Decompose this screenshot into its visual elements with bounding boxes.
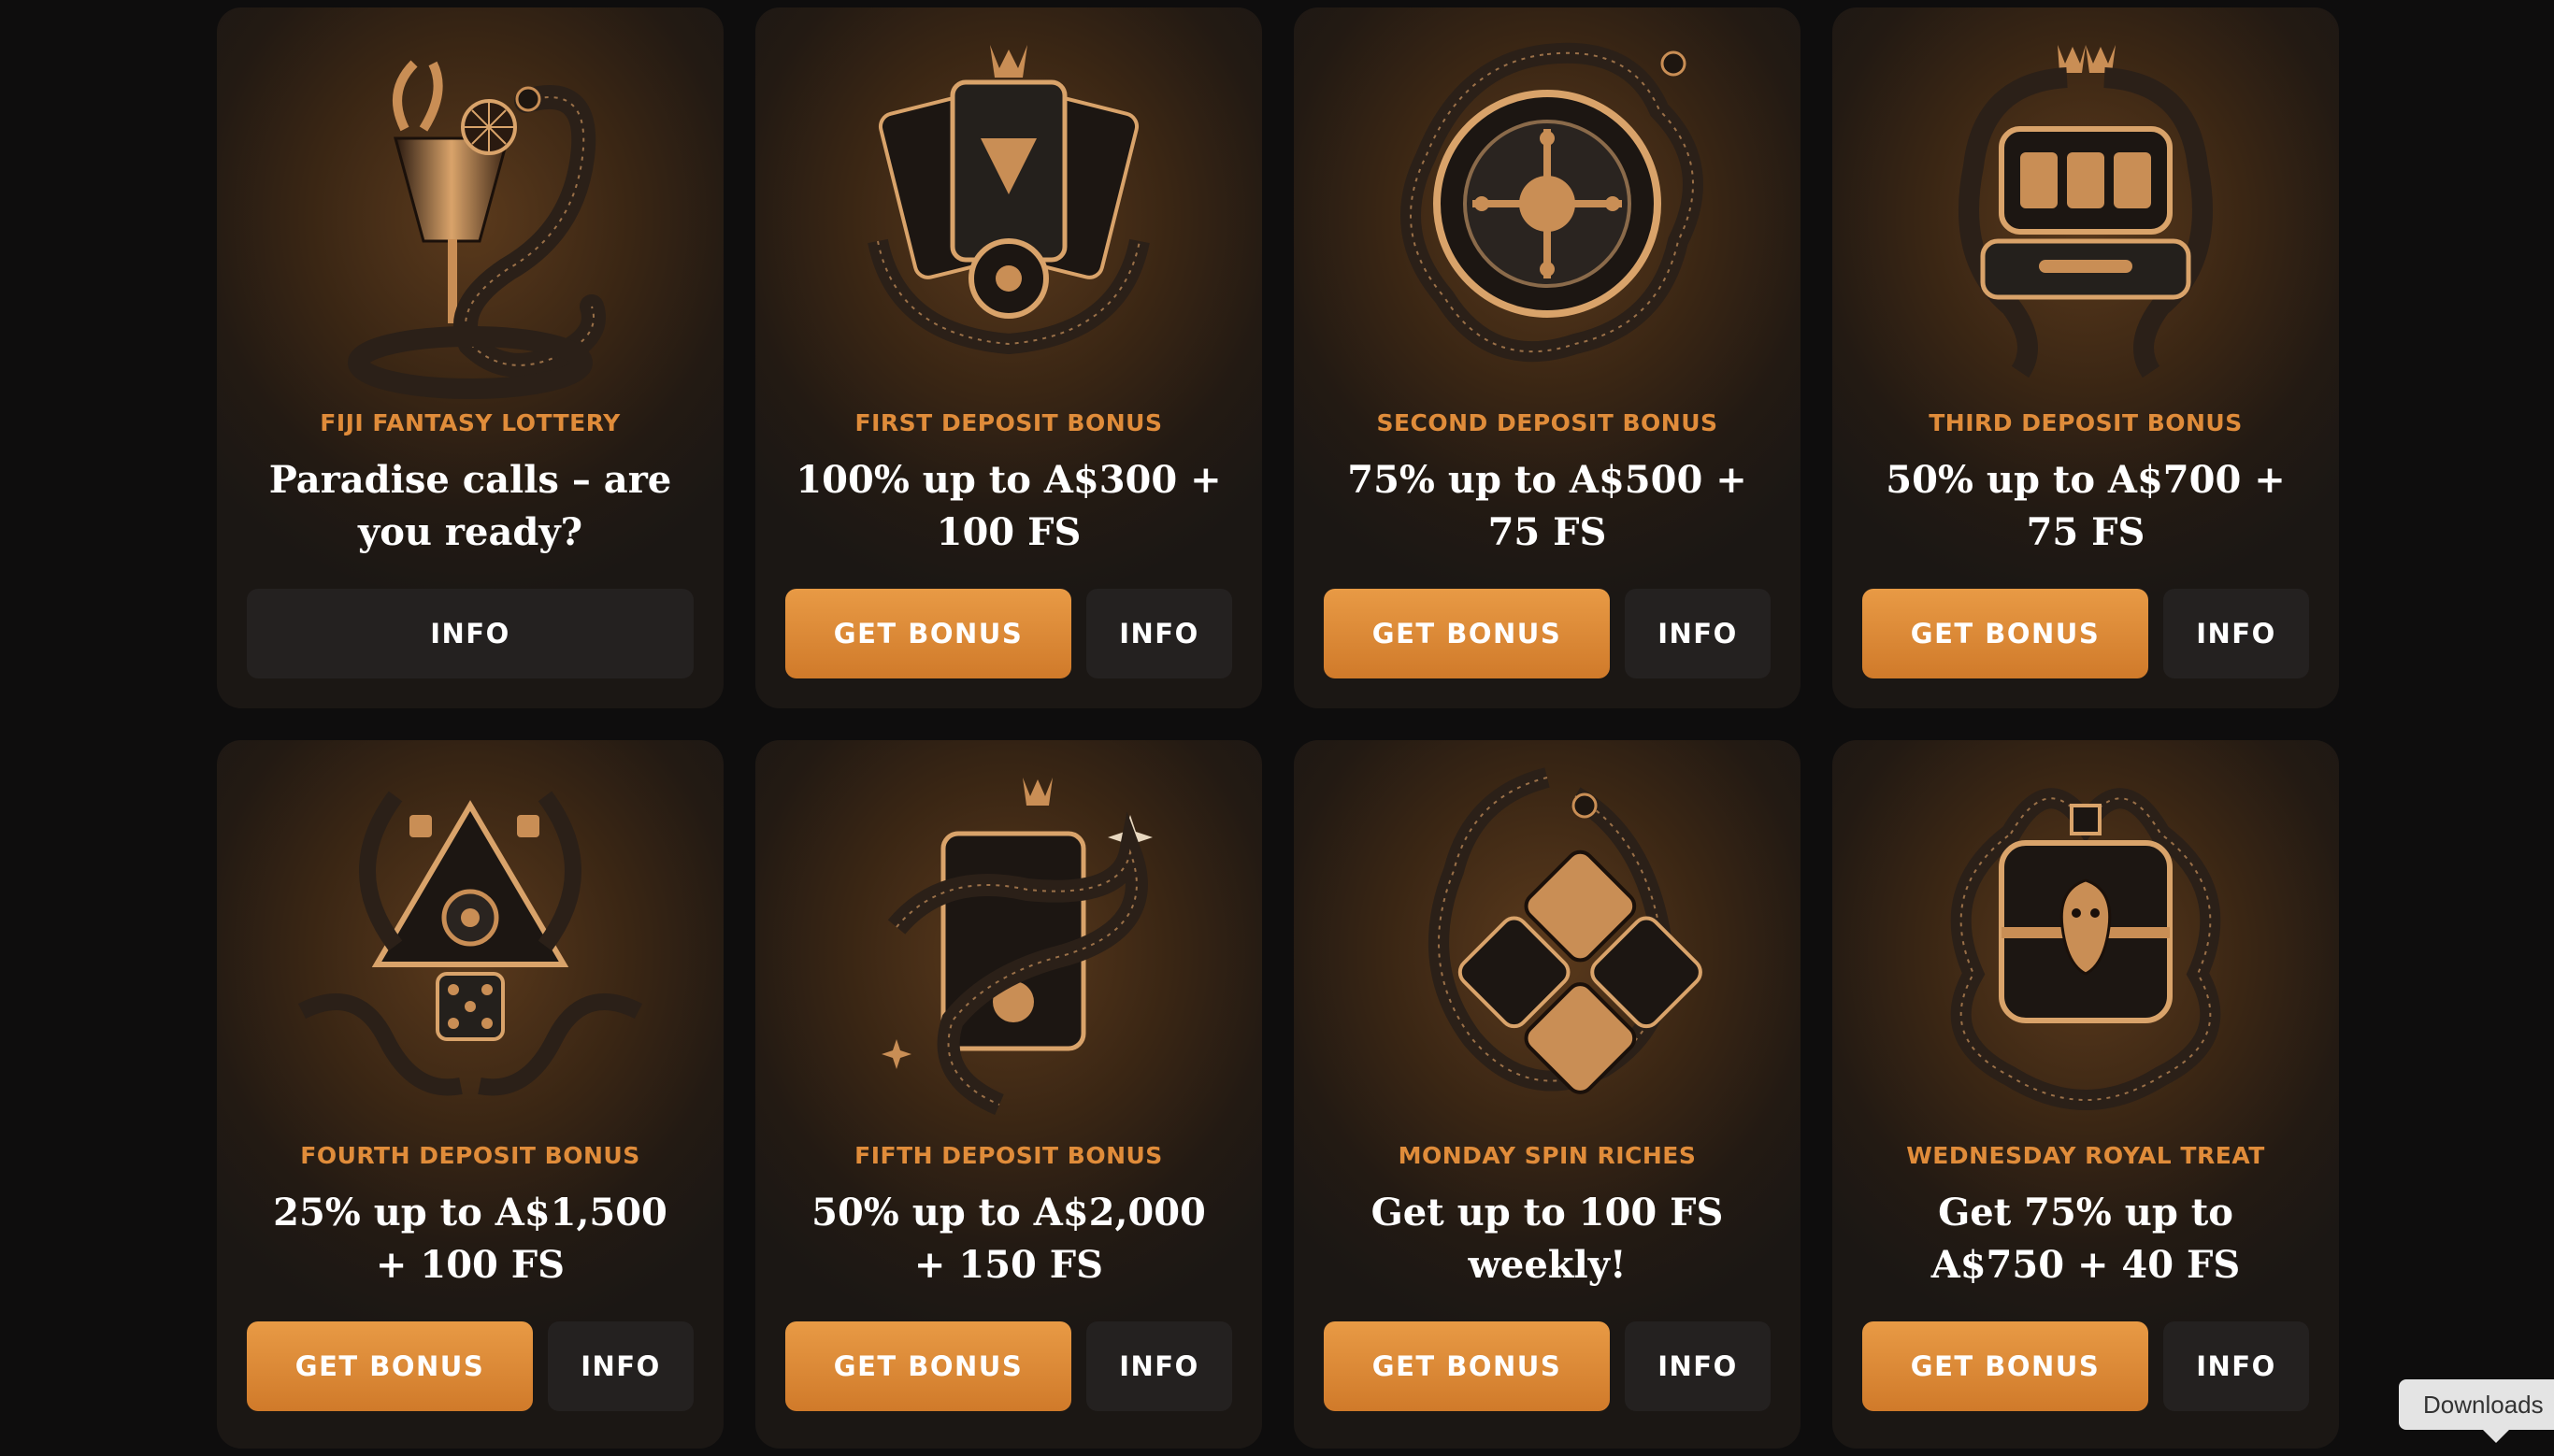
card-headline: 50% up to A$700 + 75 FS: [1886, 458, 2286, 554]
get-bonus-button[interactable]: GET BONUS: [1862, 1321, 2148, 1411]
card-headline: Get up to 100 FS weekly!: [1370, 1191, 1724, 1287]
downloads-tooltip: Downloads: [2399, 1379, 2554, 1430]
card-actions: GET BONUS INFO: [1324, 1321, 1771, 1411]
get-bonus-button[interactable]: GET BONUS: [1324, 1321, 1610, 1411]
info-button[interactable]: INFO: [2163, 1321, 2309, 1411]
info-button[interactable]: INFO: [548, 1321, 694, 1411]
card-label: FIJI FANTASY LOTTERY: [320, 409, 621, 436]
card-headline: 100% up to A$300 + 100 FS: [796, 458, 1222, 554]
card-label: THIRD DEPOSIT BONUS: [1929, 409, 2243, 436]
info-button[interactable]: INFO: [2163, 589, 2309, 678]
cocktail-snake-icon: [283, 26, 657, 400]
card-actions: GET BONUS INFO: [785, 1321, 1232, 1411]
bonus-card: FIRST DEPOSIT BONUS 100% up to A$300 + 1…: [755, 7, 1262, 708]
card-headline: 75% up to A$500 + 75 FS: [1347, 458, 1747, 554]
card-actions: INFO: [247, 589, 694, 678]
card-actions: GET BONUS INFO: [1862, 1321, 2309, 1411]
card-label: SECOND DEPOSIT BONUS: [1376, 409, 1718, 436]
card-headline: Get 75% up to A$750 + 40 FS: [1930, 1191, 2241, 1287]
info-button[interactable]: INFO: [1625, 589, 1771, 678]
downloads-tooltip-tail: [2481, 1428, 2511, 1443]
slot-machine-snakes-icon: [1899, 26, 2273, 400]
card-actions: GET BONUS INFO: [1324, 589, 1771, 678]
bonus-card: FOURTH DEPOSIT BONUS 25% up to A$1,500 +…: [217, 740, 724, 1449]
info-button[interactable]: INFO: [1086, 589, 1232, 678]
card-headline: Paradise calls – are you ready?: [268, 458, 672, 554]
get-bonus-button[interactable]: GET BONUS: [785, 1321, 1071, 1411]
card-label: FOURTH DEPOSIT BONUS: [300, 1142, 640, 1169]
card-actions: GET BONUS INFO: [247, 1321, 694, 1411]
bonus-card: SECOND DEPOSIT BONUS 75% up to A$500 + 7…: [1294, 7, 1801, 708]
card-snake-crown-icon: [822, 759, 1196, 1133]
info-button[interactable]: INFO: [1625, 1321, 1771, 1411]
card-actions: GET BONUS INFO: [785, 589, 1232, 678]
dice-diamond-snakes-icon: [1360, 759, 1734, 1133]
cards-crown-snake-icon: [822, 26, 1196, 400]
bonus-card: FIJI FANTASY LOTTERY Paradise calls – ar…: [217, 7, 724, 708]
card-headline: 50% up to A$2,000 + 150 FS: [811, 1191, 1206, 1287]
bonus-card: THIRD DEPOSIT BONUS 50% up to A$700 + 75…: [1832, 7, 2339, 708]
get-bonus-button[interactable]: GET BONUS: [785, 589, 1071, 678]
bonus-card: MONDAY SPIN RICHES Get up to 100 FS week…: [1294, 740, 1801, 1449]
get-bonus-button[interactable]: GET BONUS: [1862, 589, 2148, 678]
card-label: FIFTH DEPOSIT BONUS: [854, 1142, 1163, 1169]
bonus-card: WEDNESDAY ROYAL TREAT Get 75% up to A$75…: [1832, 740, 2339, 1449]
info-button[interactable]: INFO: [247, 589, 694, 678]
card-headline: 25% up to A$1,500 + 100 FS: [273, 1191, 667, 1287]
info-button[interactable]: INFO: [1086, 1321, 1232, 1411]
roulette-snake-icon: [1360, 26, 1734, 400]
get-bonus-button[interactable]: GET BONUS: [247, 1321, 533, 1411]
card-actions: GET BONUS INFO: [1862, 589, 2309, 678]
card-label: WEDNESDAY ROYAL TREAT: [1906, 1142, 2265, 1169]
bonus-card: FIFTH DEPOSIT BONUS 50% up to A$2,000 + …: [755, 740, 1262, 1449]
card-label: FIRST DEPOSIT BONUS: [854, 409, 1163, 436]
get-bonus-button[interactable]: GET BONUS: [1324, 589, 1610, 678]
dice-pyramid-snakes-icon: [283, 759, 657, 1133]
card-label: MONDAY SPIN RICHES: [1398, 1142, 1697, 1169]
treasure-chest-snake-icon: [1899, 759, 2273, 1133]
bonus-grid: FIJI FANTASY LOTTERY Paradise calls – ar…: [217, 7, 2341, 1449]
